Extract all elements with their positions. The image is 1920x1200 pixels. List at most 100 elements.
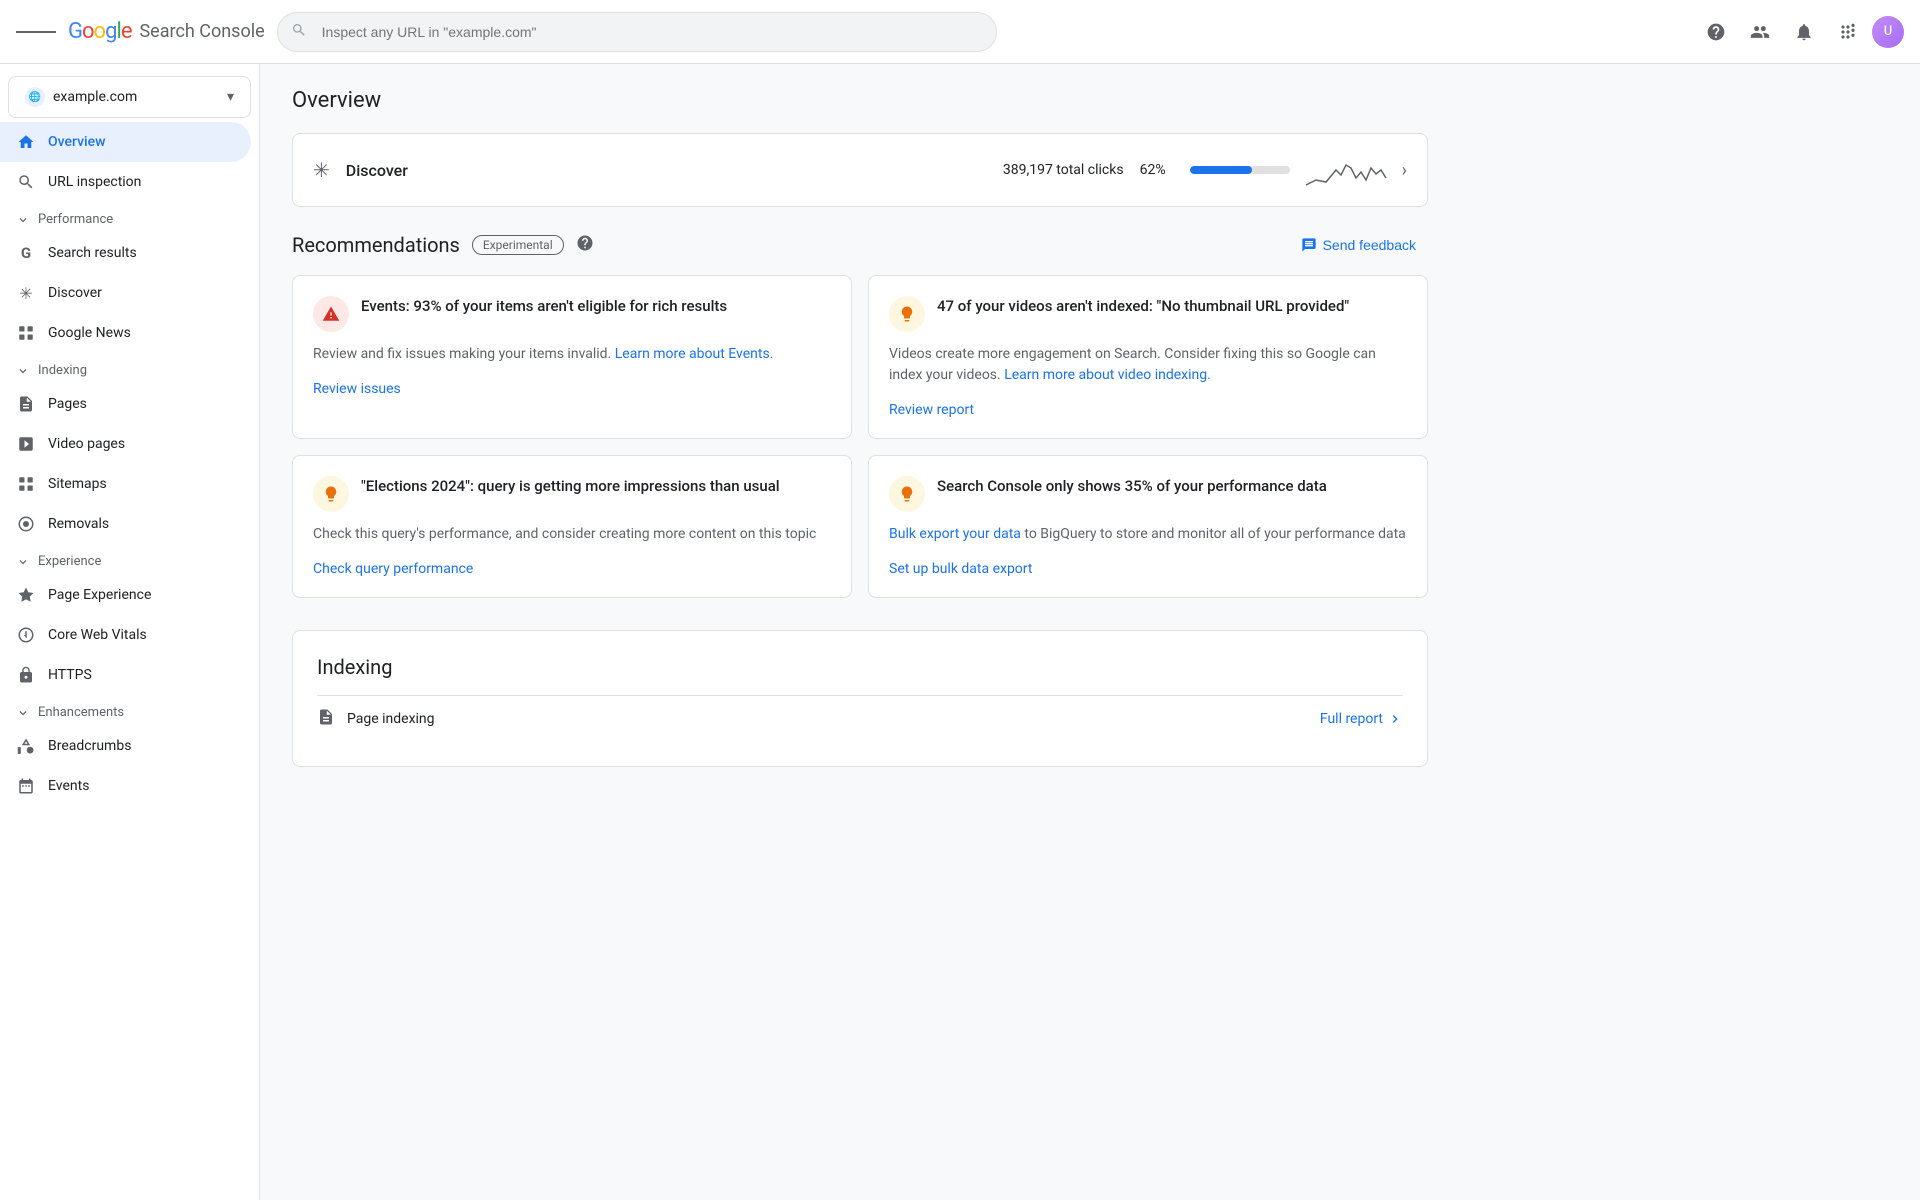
indexing-section-title: Indexing <box>317 655 1403 679</box>
avatar[interactable]: U <box>1872 16 1904 48</box>
review-report-link[interactable]: Review report <box>889 402 974 418</box>
sidebar-item-sitemaps[interactable]: Sitemaps <box>0 464 251 504</box>
logo-area: Google Search Console <box>68 19 265 44</box>
setup-bulk-export-link[interactable]: Set up bulk data export <box>889 561 1032 577</box>
home-icon <box>16 132 36 152</box>
removals-icon <box>16 514 36 534</box>
discover-chevron-icon[interactable]: › <box>1402 160 1407 181</box>
video-pages-icon <box>16 434 36 454</box>
search-results-label: Search results <box>48 245 137 261</box>
sidebar-item-search-results[interactable]: G Search results <box>0 233 251 273</box>
topbar: Google Search Console U <box>0 0 1920 64</box>
sidebar-item-overview[interactable]: Overview <box>0 122 251 162</box>
search-results-icon: G <box>16 243 36 263</box>
bulk-export-title: Search Console only shows 35% of your pe… <box>937 476 1327 497</box>
rec-card-elections: "Elections 2024": query is getting more … <box>292 455 852 598</box>
learn-events-link[interactable]: Learn more about Events. <box>615 346 774 362</box>
rec-card-header-3: "Elections 2024": query is getting more … <box>313 476 831 512</box>
send-feedback-button[interactable]: Send feedback <box>1289 231 1428 259</box>
manage-users-icon-btn[interactable] <box>1740 12 1780 52</box>
sidebar-item-https[interactable]: HTTPS <box>0 655 251 695</box>
search-icon <box>291 22 307 42</box>
discover-total-clicks: 389,197 total clicks <box>1003 162 1124 178</box>
learn-video-link[interactable]: Learn more about video indexing. <box>1004 367 1211 383</box>
video-indexing-desc: Videos create more engagement on Search.… <box>889 344 1407 386</box>
sitemaps-label: Sitemaps <box>48 476 107 492</box>
discover-progress-bar <box>1190 166 1290 174</box>
app-title: Search Console <box>139 21 264 42</box>
google-news-icon <box>16 323 36 343</box>
page-experience-label: Page Experience <box>48 587 151 603</box>
rec-card-video-indexing: 47 of your videos aren't indexed: "No th… <box>868 275 1428 439</box>
lightbulb-icon-4 <box>889 476 925 512</box>
core-web-vitals-icon <box>16 625 36 645</box>
sidebar-item-url-inspection[interactable]: URL inspection <box>0 162 251 202</box>
discover-card-title: Discover <box>346 161 987 180</box>
url-inspection-label: URL inspection <box>48 174 141 190</box>
sidebar-item-core-web-vitals[interactable]: Core Web Vitals <box>0 615 251 655</box>
rec-card-header-2: 47 of your videos aren't indexed: "No th… <box>889 296 1407 332</box>
rec-card-header-4: Search Console only shows 35% of your pe… <box>889 476 1407 512</box>
breadcrumbs-label: Breadcrumbs <box>48 738 131 754</box>
sidebar-item-pages[interactable]: Pages <box>0 384 251 424</box>
sidebar-item-page-experience[interactable]: Page Experience <box>0 575 251 615</box>
discover-label: Discover <box>48 285 102 301</box>
performance-section-header[interactable]: Performance <box>0 202 259 233</box>
experience-section-header[interactable]: Experience <box>0 544 259 575</box>
sidebar: 🌐 example.com ▾ Overview URL inspection … <box>0 64 260 1200</box>
sidebar-item-google-news[interactable]: Google News <box>0 313 251 353</box>
menu-icon[interactable] <box>16 12 56 52</box>
lightbulb-icon-2 <box>889 296 925 332</box>
core-web-vitals-label: Core Web Vitals <box>48 627 147 643</box>
review-issues-link[interactable]: Review issues <box>313 381 401 397</box>
video-indexing-title: 47 of your videos aren't indexed: "No th… <box>937 296 1349 317</box>
events-icon <box>16 776 36 796</box>
property-name: example.com <box>53 89 219 105</box>
page-experience-icon <box>16 585 36 605</box>
overview-label: Overview <box>48 134 105 150</box>
check-query-link[interactable]: Check query performance <box>313 561 473 577</box>
rec-card-rich-results: Events: 93% of your items aren't eligibl… <box>292 275 852 439</box>
pages-label: Pages <box>48 396 87 412</box>
bulk-export-data-link[interactable]: Bulk export your data <box>889 526 1021 542</box>
search-nav-icon <box>16 172 36 192</box>
sidebar-item-video-pages[interactable]: Video pages <box>0 424 251 464</box>
enhancements-section-header[interactable]: Enhancements <box>0 695 259 726</box>
discover-stats: 389,197 total clicks 62% <box>1003 150 1386 190</box>
sidebar-item-discover[interactable]: ✳ Discover <box>0 273 251 313</box>
discover-star-icon: ✳ <box>313 158 330 182</box>
sidebar-item-breadcrumbs[interactable]: Breadcrumbs <box>0 726 251 766</box>
page-indexing-icon <box>317 708 335 730</box>
property-icon: 🌐 <box>25 87 45 107</box>
recommendations-help-icon[interactable] <box>576 234 594 256</box>
apps-icon-btn[interactable] <box>1828 12 1868 52</box>
full-report-link[interactable]: Full report <box>1320 711 1403 727</box>
google-logo: Google <box>68 19 131 44</box>
elections-desc: Check this query's performance, and cons… <box>313 524 831 545</box>
notifications-icon-btn[interactable] <box>1784 12 1824 52</box>
url-inspection-input[interactable] <box>277 12 997 52</box>
discover-percent: 62% <box>1140 162 1166 178</box>
sidebar-item-events[interactable]: Events <box>0 766 251 806</box>
https-icon <box>16 665 36 685</box>
enhancements-label: Enhancements <box>38 705 124 720</box>
rec-card-header: Events: 93% of your items aren't eligibl… <box>313 296 831 332</box>
sitemaps-icon <box>16 474 36 494</box>
indexing-section-header[interactable]: Indexing <box>0 353 259 384</box>
removals-label: Removals <box>48 516 109 532</box>
warning-icon <box>313 296 349 332</box>
https-label: HTTPS <box>48 667 92 683</box>
indexing-row-page: Page indexing Full report <box>317 695 1403 742</box>
help-icon-btn[interactable] <box>1696 12 1736 52</box>
sidebar-item-removals[interactable]: Removals <box>0 504 251 544</box>
events-label: Events <box>48 778 89 794</box>
search-bar <box>277 12 997 52</box>
video-pages-label: Video pages <box>48 436 125 452</box>
bulk-export-desc: Bulk export your data to BigQuery to sto… <box>889 524 1407 545</box>
indexing-section: Indexing Page indexing Full report <box>292 630 1428 767</box>
page-title: Overview <box>292 88 1428 113</box>
discover-progress-fill <box>1190 166 1252 174</box>
main-content-area: Overview ✳ Discover 389,197 total clicks… <box>260 64 1920 1200</box>
property-selector[interactable]: 🌐 example.com ▾ <box>8 76 251 118</box>
experimental-badge: Experimental <box>472 235 564 255</box>
